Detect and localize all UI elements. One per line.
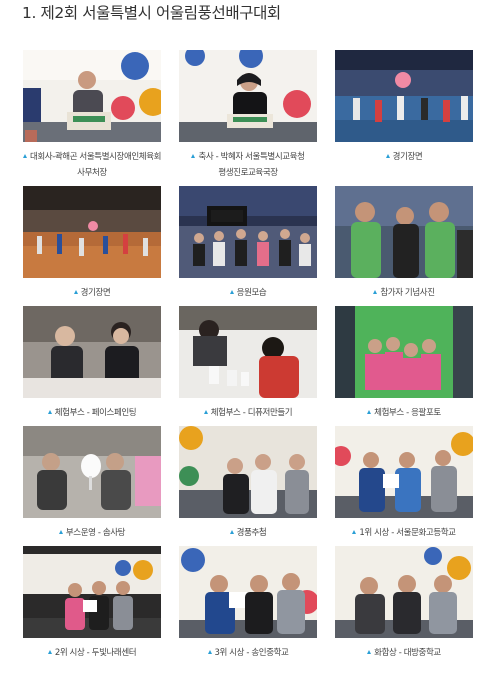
caption-bullet-icon (367, 650, 372, 654)
caption-bullet-icon (47, 410, 52, 414)
photo-caption: 참가자 기념사진 (331, 285, 477, 301)
photo-caption: 체험부스 - 응팔포토 (331, 405, 477, 421)
caption-bullet-icon (58, 530, 63, 534)
photo-caption: 1위 시상 - 서울문화고등학교 (331, 525, 477, 541)
caption-text: 화합상 - 대방중학교 (374, 648, 441, 658)
caption-text: 응원모습 (236, 288, 267, 298)
caption-text: 참가자 기념사진 (380, 288, 435, 298)
caption-bullet-icon (367, 410, 372, 414)
caption-text: 경품추첨 (236, 528, 267, 538)
gallery-photo[interactable] (23, 50, 161, 142)
gallery-photo[interactable] (179, 50, 317, 142)
gallery-photo[interactable] (179, 186, 317, 278)
gallery-photo[interactable] (335, 50, 473, 142)
caption-text: 체험부스 - 응팔포토 (374, 408, 441, 418)
caption-bullet-icon (229, 290, 234, 294)
caption-text: 3위 시상 - 송인중학교 (214, 648, 289, 658)
caption-bullet-icon (47, 650, 52, 654)
caption-bullet-icon (203, 410, 208, 414)
photo-caption: 2위 시상 - 두빛나래센터 (19, 645, 165, 661)
caption-bullet-icon (207, 650, 212, 654)
gallery-photo[interactable] (335, 426, 473, 518)
caption-text: 체험부스 - 디퓨저만들기 (210, 408, 293, 418)
photo-caption: 화합상 - 대방중학교 (331, 645, 477, 661)
photo-caption: 축사 - 박혜자 서울특별시교육청 평생진로교육국장 (175, 149, 321, 181)
caption-text: 1위 시상 - 서울문화고등학교 (359, 528, 456, 538)
gallery-photo[interactable] (179, 306, 317, 398)
caption-bullet-icon (229, 530, 234, 534)
photo-caption: 경기장면 (331, 149, 477, 165)
caption-text: 경기장면 (80, 288, 111, 298)
photo-caption: 경품추첨 (175, 525, 321, 541)
photo-caption: 체험부스 - 디퓨저만들기 (175, 405, 321, 421)
gallery-photo[interactable] (335, 546, 473, 638)
caption-text: 2위 시상 - 두빛나래센터 (54, 648, 137, 658)
gallery-photo[interactable] (23, 306, 161, 398)
gallery-photo[interactable] (335, 186, 473, 278)
caption-text: 축사 - 박혜자 서울특별시교육청 평생진로교육국장 (198, 152, 305, 178)
caption-text: 대회사-곽해곤 서울특별시장애인체육회 사무처장 (29, 152, 162, 178)
photo-caption: 부스운영 - 솜사탕 (19, 525, 165, 541)
gallery-photo[interactable] (23, 426, 161, 518)
gallery-photo[interactable] (335, 306, 473, 398)
photo-caption: 3위 시상 - 송인중학교 (175, 645, 321, 661)
gallery-photo[interactable] (179, 426, 317, 518)
page-title: 1. 제2회 서울특별시 어울림풍선배구대회 (22, 4, 281, 22)
photo-caption: 응원모습 (175, 285, 321, 301)
gallery-photo[interactable] (23, 546, 161, 638)
gallery-photo[interactable] (179, 546, 317, 638)
gallery-photo[interactable] (23, 186, 161, 278)
caption-text: 체험부스 - 페이스페인팅 (54, 408, 137, 418)
caption-bullet-icon (385, 154, 390, 158)
caption-text: 부스운영 - 솜사탕 (65, 528, 126, 538)
caption-bullet-icon (73, 290, 78, 294)
photo-caption: 대회사-곽해곤 서울특별시장애인체육회 사무처장 (19, 149, 165, 181)
caption-bullet-icon (352, 530, 357, 534)
caption-bullet-icon (373, 290, 378, 294)
photo-caption: 경기장면 (19, 285, 165, 301)
caption-bullet-icon (22, 154, 27, 158)
caption-text: 경기장면 (392, 152, 423, 162)
photo-caption: 체험부스 - 페이스페인팅 (19, 405, 165, 421)
caption-bullet-icon (191, 154, 196, 158)
